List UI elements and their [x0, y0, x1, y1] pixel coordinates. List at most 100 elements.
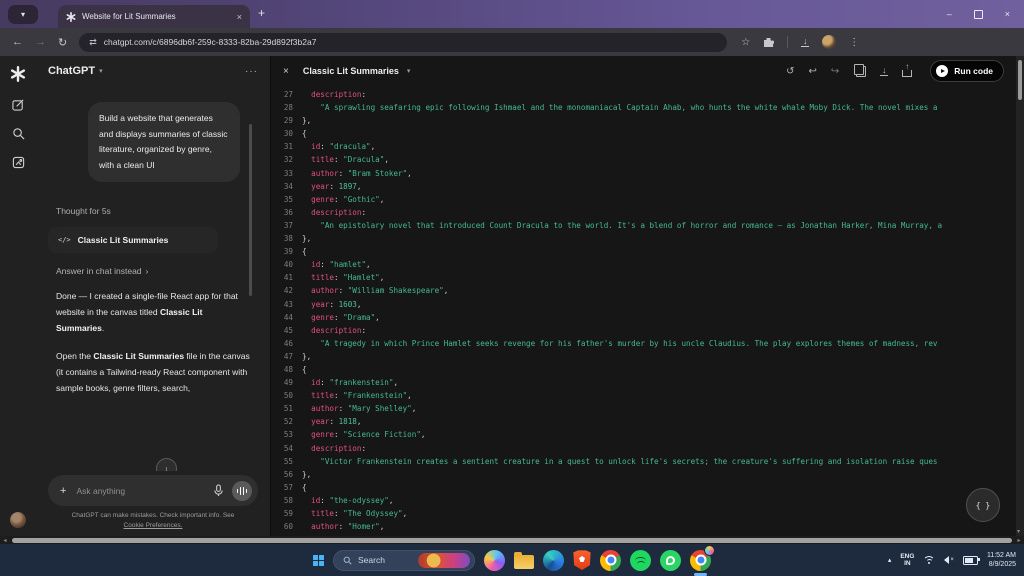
- browser-tab[interactable]: Website for Lit Summaries ×: [58, 5, 250, 28]
- whatsapp-icon[interactable]: [660, 550, 681, 571]
- cookie-preferences-link[interactable]: Cookie Preferences.: [124, 522, 183, 529]
- new-chat-icon[interactable]: [12, 98, 25, 111]
- canvas-toolbar: ↺ ↩ ↪ ↓ Run code: [786, 60, 1004, 82]
- taskbar-search[interactable]: Search: [333, 550, 475, 571]
- taskbar: Search: [0, 544, 1024, 576]
- site-info-icon[interactable]: ⇄: [89, 37, 97, 48]
- tab-search-button[interactable]: ▾: [8, 5, 38, 24]
- language-indicator[interactable]: ENGIN: [900, 553, 914, 568]
- scroll-left-arrow-icon[interactable]: ◂: [0, 537, 10, 544]
- window-maximize-button[interactable]: [974, 10, 983, 19]
- canvas-file-card[interactable]: </> Classic Lit Summaries: [48, 227, 218, 253]
- code-line: 59 title: "The Odyssey",: [271, 507, 1016, 520]
- chevron-down-icon: ▾: [21, 10, 25, 19]
- copy-icon[interactable]: [856, 66, 866, 77]
- library-icon[interactable]: [12, 156, 25, 169]
- canvas-console-button[interactable]: { }: [966, 488, 1000, 522]
- browser-titlebar: ▾ Website for Lit Summaries × + – ×: [0, 0, 1024, 28]
- tab-close-icon[interactable]: ×: [237, 12, 242, 22]
- code-line: 42 author: "William Shakespeare",: [271, 284, 1016, 297]
- bookmark-star-icon[interactable]: ☆: [741, 37, 750, 48]
- new-tab-button[interactable]: +: [258, 6, 265, 20]
- version-history-icon[interactable]: ↺: [786, 66, 794, 77]
- back-button[interactable]: ←: [12, 36, 23, 48]
- chrome-icon[interactable]: [600, 550, 621, 571]
- code-line: 51 author: "Mary Shelley",: [271, 402, 1016, 415]
- code-line: 34 year: 1897,: [271, 180, 1016, 193]
- file-explorer-icon[interactable]: [514, 555, 534, 569]
- url-bar[interactable]: ⇄ chatgpt.com/c/6896db6f-259c-8333-82ba-…: [79, 33, 727, 52]
- code-line: 44 genre: "Drama",: [271, 311, 1016, 324]
- canvas-scrollbar-thumb[interactable]: [1018, 60, 1022, 100]
- browser-menu-icon[interactable]: ⋮: [849, 37, 859, 48]
- model-selector[interactable]: ChatGPT: [48, 65, 95, 77]
- canvas-close-icon[interactable]: ×: [283, 66, 289, 77]
- edge-icon[interactable]: [543, 550, 564, 571]
- search-icon[interactable]: [12, 127, 25, 140]
- canvas-scrollbar[interactable]: ▾: [1016, 56, 1024, 536]
- canvas-panel: × Classic Lit Summaries ▾ ↺ ↩ ↪ ↓ Run co…: [270, 56, 1016, 536]
- forward-button[interactable]: →: [35, 36, 46, 48]
- brave-icon[interactable]: [573, 550, 591, 570]
- toolbar-right: ☆ ↓ ⋮: [741, 35, 859, 49]
- chatgpt-sidebar-rail: [0, 56, 36, 536]
- share-icon[interactable]: [902, 70, 912, 77]
- thought-duration-label[interactable]: Thought for 5s: [56, 206, 270, 216]
- scroll-down-arrow-icon[interactable]: ▾: [1017, 528, 1020, 535]
- disclaimer: ChatGPT can make mistakes. Check importa…: [66, 511, 241, 530]
- scroll-right-arrow-icon[interactable]: ▸: [1014, 537, 1024, 544]
- code-line: 50 title: "Frankenstein",: [271, 389, 1016, 402]
- battery-icon[interactable]: [963, 556, 978, 565]
- chrome-active-icon[interactable]: [690, 550, 711, 571]
- code-line: 56},: [271, 468, 1016, 481]
- answer-in-chat-link[interactable]: Answer in chat instead ›: [56, 266, 270, 276]
- assistant-message-1: Done — I created a single-file React app…: [56, 289, 250, 336]
- browser-toolbar: ← → ↻ ⇄ chatgpt.com/c/6896db6f-259c-8333…: [0, 28, 1024, 56]
- window-close-button[interactable]: ×: [1005, 9, 1010, 19]
- voice-mode-button[interactable]: [232, 481, 252, 501]
- chevron-down-icon: ▾: [407, 67, 411, 75]
- download-icon[interactable]: ↓: [880, 67, 888, 76]
- code-line: 53 genre: "Science Fiction",: [271, 428, 1016, 441]
- reload-button[interactable]: ↻: [58, 36, 67, 49]
- hidden-icons-chevron[interactable]: ▴: [888, 556, 892, 564]
- wifi-icon[interactable]: [923, 556, 935, 565]
- extensions-icon[interactable]: [763, 37, 774, 48]
- start-button[interactable]: [313, 555, 324, 566]
- downloads-icon[interactable]: ↓: [801, 38, 809, 47]
- code-editor[interactable]: 27 description:28 "A sprawling seafaring…: [271, 86, 1016, 536]
- code-line: 27 description:: [271, 88, 1016, 101]
- run-code-button[interactable]: Run code: [930, 60, 1004, 82]
- volume-muted-icon[interactable]: ×: [944, 556, 954, 564]
- scroll-to-bottom-button[interactable]: ↓: [156, 458, 177, 471]
- attach-plus-icon[interactable]: +: [60, 485, 66, 497]
- active-app-indicator: [694, 573, 707, 576]
- url-text: chatgpt.com/c/6896db6f-259c-8333-82ba-29…: [104, 37, 317, 47]
- page-horizontal-scrollbar[interactable]: ◂ ▸: [0, 536, 1024, 544]
- undo-icon[interactable]: ↩: [808, 66, 816, 77]
- code-icon: </>: [58, 236, 71, 244]
- chat-scrollbar[interactable]: [249, 124, 252, 296]
- code-line: 32 title: "Dracula",: [271, 153, 1016, 166]
- play-icon: [936, 65, 948, 77]
- chat-input[interactable]: [74, 485, 205, 497]
- code-line: 28 "A sprawling seafaring epic following…: [271, 101, 1016, 114]
- code-line: 41 title: "Hamlet",: [271, 271, 1016, 284]
- code-line: 33 author: "Bram Stoker",: [271, 167, 1016, 180]
- conversation-options-icon[interactable]: ···: [245, 66, 258, 77]
- redo-icon[interactable]: ↪: [831, 66, 839, 77]
- browser-window: ▾ Website for Lit Summaries × + – × ← → …: [0, 0, 1024, 576]
- spotify-icon[interactable]: [630, 550, 651, 571]
- clock[interactable]: 11:52 AM8/9/2025: [987, 551, 1016, 569]
- code-line: 36 description:: [271, 206, 1016, 219]
- tab-title: Website for Lit Summaries: [82, 12, 231, 21]
- code-line: 30{: [271, 127, 1016, 140]
- copilot-icon[interactable]: [484, 550, 505, 571]
- user-avatar[interactable]: [10, 512, 26, 528]
- horizontal-scrollbar-thumb[interactable]: [12, 538, 1012, 543]
- canvas-title[interactable]: Classic Lit Summaries: [303, 66, 399, 76]
- window-minimize-button[interactable]: –: [947, 9, 952, 19]
- chatgpt-logo-icon: [10, 66, 26, 82]
- microphone-icon[interactable]: [213, 484, 224, 497]
- browser-profile-avatar[interactable]: [822, 35, 836, 49]
